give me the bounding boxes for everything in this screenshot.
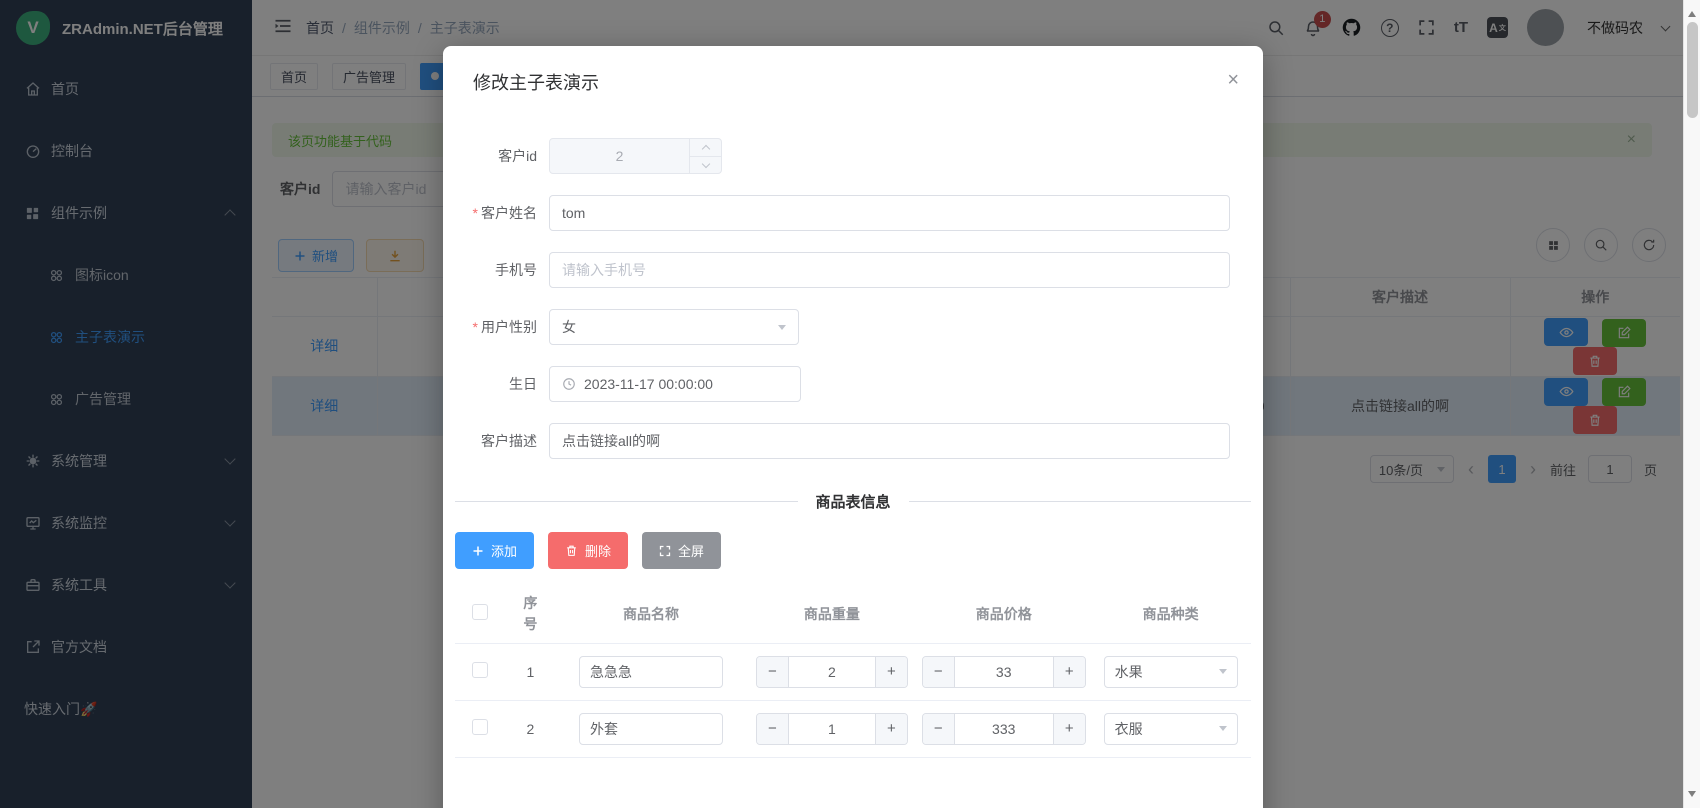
minus-button[interactable]: − [923, 657, 955, 687]
customer-id-value: 2 [550, 139, 689, 173]
form-row-birthday: 生日 2023-11-17 00:00:00 [455, 366, 1251, 402]
customer-desc-input[interactable] [549, 423, 1230, 459]
price-input[interactable] [955, 657, 1053, 687]
birthday-value: 2023-11-17 00:00:00 [584, 376, 713, 392]
child-add-label: 添加 [491, 541, 517, 560]
fullscreen-icon [659, 545, 671, 557]
phone-input[interactable] [549, 252, 1230, 288]
desc-label: 客户描述 [455, 431, 549, 451]
birthday-label: 生日 [455, 374, 549, 394]
child-add-button[interactable]: 添加 [455, 532, 534, 569]
browser-scrollbar[interactable] [1683, 0, 1700, 808]
chevron-down-icon [1219, 726, 1227, 735]
id-label: 客户id [455, 146, 549, 166]
gender-select[interactable]: 女 [549, 309, 799, 345]
child-fullscreen-label: 全屏 [678, 541, 704, 560]
number-spinner [689, 139, 721, 173]
scroll-down-arrow[interactable] [1688, 791, 1696, 801]
plus-button[interactable]: + [875, 657, 907, 687]
edit-dialog: 修改主子表演示 × 客户id 2 *客户姓名 [443, 46, 1263, 808]
customer-id-number-input: 2 [549, 138, 722, 174]
section-divider: 商品表信息 [455, 491, 1251, 512]
col-product-name: 商品名称 [556, 585, 747, 643]
minus-button[interactable]: − [923, 714, 955, 744]
name-label: *客户姓名 [455, 203, 549, 223]
clock-icon [562, 377, 576, 391]
price-stepper: − + [922, 713, 1086, 745]
dialog-title: 修改主子表演示 [473, 70, 599, 96]
chevron-down-icon [1219, 669, 1227, 678]
weight-stepper: − + [756, 656, 908, 688]
weight-stepper: − + [756, 713, 908, 745]
child-table-toolbar: 添加 删除 全屏 [455, 532, 1251, 569]
form-row-name: *客户姓名 [455, 195, 1251, 231]
app-root: V ZRAdmin.NET后台管理 首页 控制台 组件示例 [0, 0, 1700, 808]
gender-label: *用户性别 [455, 317, 549, 337]
child-delete-button[interactable]: 删除 [548, 532, 628, 569]
chevron-down-icon [778, 325, 786, 334]
product-type-value: 衣服 [1115, 719, 1143, 739]
row-no: 2 [505, 700, 555, 757]
col-product-weight: 商品重量 [746, 585, 917, 643]
spinner-down-button[interactable] [690, 157, 721, 174]
product-row: 2 − + − [455, 700, 1251, 757]
product-name-input[interactable] [579, 713, 723, 745]
plus-button[interactable]: + [1053, 714, 1085, 744]
trash-icon [565, 544, 578, 557]
birthday-picker[interactable]: 2023-11-17 00:00:00 [549, 366, 801, 402]
price-stepper: − + [922, 656, 1086, 688]
child-delete-label: 删除 [585, 541, 611, 560]
section-title: 商品表信息 [798, 491, 909, 512]
plus-button[interactable]: + [875, 714, 907, 744]
spinner-up-button[interactable] [690, 139, 721, 157]
product-header-row: 序号 商品名称 商品重量 商品价格 商品种类 [455, 585, 1251, 643]
weight-input[interactable] [789, 714, 875, 744]
col-product-type: 商品种类 [1090, 585, 1251, 643]
child-fullscreen-button[interactable]: 全屏 [642, 532, 721, 569]
plus-button[interactable]: + [1053, 657, 1085, 687]
customer-form: 客户id 2 *客户姓名 手机号 [455, 138, 1251, 459]
customer-name-input[interactable] [549, 195, 1230, 231]
product-name-input[interactable] [579, 656, 723, 688]
dialog-body: 客户id 2 *客户姓名 手机号 [443, 138, 1263, 758]
col-product-price: 商品价格 [917, 585, 1090, 643]
minus-button[interactable]: − [757, 714, 789, 744]
product-type-value: 水果 [1115, 662, 1143, 682]
row-checkbox[interactable] [472, 662, 488, 678]
form-row-id: 客户id 2 [455, 138, 1251, 174]
product-table: 序号 商品名称 商品重量 商品价格 商品种类 1 − [455, 585, 1251, 758]
minus-button[interactable]: − [757, 657, 789, 687]
dialog-close-icon[interactable]: × [1227, 70, 1239, 90]
form-row-gender: *用户性别 女 [455, 309, 1251, 345]
select-all-checkbox[interactable] [472, 604, 488, 620]
scrollbar-thumb[interactable] [1687, 22, 1698, 118]
col-no: 序号 [522, 593, 538, 634]
product-type-select[interactable]: 水果 [1104, 656, 1238, 688]
price-input[interactable] [955, 714, 1053, 744]
dialog-header: 修改主子表演示 × [443, 46, 1263, 96]
row-checkbox[interactable] [472, 719, 488, 735]
product-type-select[interactable]: 衣服 [1104, 713, 1238, 745]
row-no: 1 [505, 643, 555, 700]
product-row: 1 − + − [455, 643, 1251, 700]
weight-input[interactable] [789, 657, 875, 687]
gender-value: 女 [562, 317, 576, 337]
plus-icon [472, 545, 484, 557]
scroll-up-arrow[interactable] [1688, 7, 1696, 17]
form-row-desc: 客户描述 [455, 423, 1251, 459]
phone-label: 手机号 [455, 260, 549, 280]
form-row-phone: 手机号 [455, 252, 1251, 288]
